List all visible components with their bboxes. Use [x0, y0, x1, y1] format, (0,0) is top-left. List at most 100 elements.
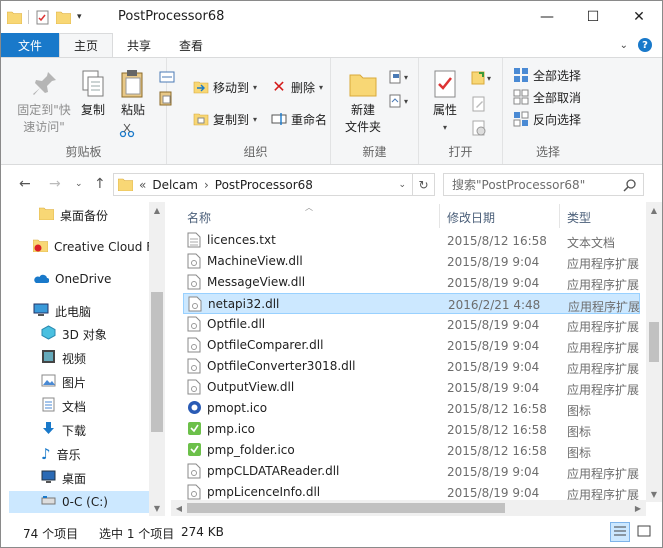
paste-button[interactable]: 粘贴	[115, 68, 151, 119]
search-box[interactable]: 搜索"PostProcessor68"	[443, 173, 644, 196]
address-dropdown-icon[interactable]: ⌄	[398, 180, 406, 190]
column-separator[interactable]	[439, 204, 440, 228]
address-overflow[interactable]: «	[139, 178, 146, 192]
nav-scroll-thumb[interactable]	[151, 292, 163, 432]
recent-locations-icon[interactable]: ⌄	[75, 179, 83, 189]
maximize-button[interactable]: ☐	[570, 1, 616, 33]
file-name: pmpCLDATAReader.dll	[207, 464, 340, 478]
scroll-down-icon[interactable]: ▼	[149, 500, 165, 516]
close-button[interactable]: ✕	[616, 1, 662, 33]
file-list-horizontal-scrollbar[interactable]: ◀ ▶	[171, 500, 646, 516]
table-row[interactable]: pmp.ico 2015/8/12 16:58 图标	[183, 419, 640, 440]
column-header-type[interactable]: 类型	[567, 207, 591, 227]
nav-item-desktop[interactable]: 桌面	[41, 467, 149, 489]
table-row[interactable]: netapi32.dll 2016/2/21 4:48 应用程序扩展	[183, 293, 640, 314]
select-all-button[interactable]: 全部选择	[513, 64, 581, 86]
pin-quick-access-button[interactable]: 固定到"快 速访问"	[13, 68, 75, 136]
new-folder-qat-icon[interactable]	[55, 11, 72, 24]
table-row[interactable]: Optfile.dll 2015/8/19 9:04 应用程序扩展	[183, 314, 640, 335]
column-header-date[interactable]: 修改日期	[447, 207, 495, 227]
tab-share[interactable]: 共享	[113, 33, 165, 57]
search-placeholder: 搜索"PostProcessor68"	[452, 178, 586, 192]
open-icon[interactable]: ▾	[471, 70, 497, 89]
file-list-vertical-scrollbar[interactable]: ▲ ▼	[646, 202, 662, 502]
nav-item-documents[interactable]: 文档	[41, 395, 149, 417]
nav-item-creative-cloud[interactable]: Creative Cloud Files	[33, 236, 149, 258]
new-item-icon[interactable]: ▾	[389, 70, 415, 87]
scroll-right-icon[interactable]: ▶	[630, 500, 646, 516]
scroll-left-icon[interactable]: ◀	[171, 500, 187, 516]
table-row[interactable]: pmpCLDATAReader.dll 2015/8/19 9:04 应用程序扩展	[183, 461, 640, 482]
nav-item-this-pc[interactable]: 此电脑	[33, 300, 149, 322]
nav-item-pictures[interactable]: 图片	[41, 371, 149, 393]
properties-dropdown-icon: ▾	[442, 123, 447, 132]
tab-home[interactable]: 主页	[59, 33, 114, 57]
rename-button[interactable]: 重命名	[271, 108, 327, 130]
easy-access-icon[interactable]: ▾	[389, 94, 415, 111]
properties-icon	[429, 68, 461, 100]
copy-path-icon[interactable]	[159, 70, 175, 84]
copy-button[interactable]: 复制	[75, 68, 111, 119]
sort-indicator-icon: ︿	[305, 203, 313, 212]
select-none-button[interactable]: 全部取消	[513, 86, 581, 108]
table-row[interactable]: OptfileConverter3018.dll 2015/8/19 9:04 应用…	[183, 356, 640, 377]
properties-qat-icon[interactable]	[35, 10, 50, 25]
table-row[interactable]: licences.txt 2015/8/12 16:58 文本文档	[183, 230, 640, 251]
refresh-button[interactable]: ↻	[413, 173, 435, 196]
qat-dropdown-icon[interactable]: ▾	[77, 12, 82, 22]
nav-pane-scrollbar[interactable]: ▲ ▼	[149, 202, 165, 516]
address-bar[interactable]: « Delcam › PostProcessor68 ⌄	[113, 173, 413, 196]
breadcrumb-separator[interactable]: ›	[204, 178, 209, 192]
nav-item-downloads[interactable]: 下载	[41, 419, 149, 441]
copy-to-button[interactable]: 复制到 ▾	[193, 108, 257, 130]
table-row[interactable]: pmopt.ico 2015/8/12 16:58 图标	[183, 398, 640, 419]
table-row[interactable]: MessageView.dll 2015/8/19 9:04 应用程序扩展	[183, 272, 640, 293]
nav-item-drive-c[interactable]: 0-C (C:)	[9, 491, 149, 513]
scroll-up-icon[interactable]: ▲	[149, 202, 165, 218]
horizontal-scroll-thumb[interactable]	[187, 503, 505, 513]
nav-item-onedrive[interactable]: OneDrive	[33, 268, 149, 290]
move-to-button[interactable]: 移动到 ▾	[193, 76, 257, 98]
pmp-ico-icon	[187, 442, 201, 458]
dll-file-icon	[187, 253, 201, 269]
history-icon[interactable]	[471, 120, 487, 139]
scroll-up-icon[interactable]: ▲	[646, 202, 662, 218]
help-icon[interactable]: ?	[638, 38, 652, 52]
edit-icon[interactable]	[471, 96, 487, 115]
file-list-scroll-thumb[interactable]	[649, 322, 659, 362]
file-date: 2015/8/12 16:58	[447, 444, 547, 458]
properties-button[interactable]: 属性 ▾	[427, 68, 463, 136]
minimize-button[interactable]: —	[524, 1, 570, 33]
ribbon-expand-icon[interactable]: ⌄	[620, 40, 628, 51]
breadcrumb-postprocessor68[interactable]: PostProcessor68	[215, 178, 313, 192]
paste-shortcut-icon[interactable]	[159, 90, 173, 106]
breadcrumb-delcam[interactable]: Delcam	[152, 178, 198, 192]
large-icons-view-button[interactable]	[634, 522, 654, 542]
quick-access-toolbar: ▾	[6, 8, 82, 26]
cut-icon[interactable]	[119, 122, 135, 138]
column-header-name[interactable]: 名称	[187, 207, 211, 227]
nav-item-desktop-backup[interactable]: 桌面备份	[39, 204, 149, 226]
tab-view[interactable]: 查看	[165, 33, 217, 57]
move-to-icon	[193, 79, 209, 95]
nav-item-videos[interactable]: 视频	[41, 347, 149, 369]
tab-file[interactable]: 文件	[1, 33, 59, 57]
forward-arrow-icon[interactable]: →	[49, 176, 61, 192]
file-date: 2015/8/19 9:04	[447, 465, 540, 479]
up-arrow-icon[interactable]: ↑	[94, 176, 106, 192]
invert-selection-button[interactable]: 反向选择	[513, 108, 581, 130]
details-view-button[interactable]	[610, 522, 630, 542]
table-row[interactable]: MachineView.dll 2015/8/19 9:04 应用程序扩展	[183, 251, 640, 272]
new-folder-button[interactable]: 新建 文件夹	[341, 68, 385, 136]
onedrive-icon	[33, 272, 50, 287]
table-row[interactable]: pmp_folder.ico 2015/8/12 16:58 图标	[183, 440, 640, 461]
column-separator[interactable]	[559, 204, 560, 228]
table-row[interactable]: OutputView.dll 2015/8/19 9:04 应用程序扩展	[183, 377, 640, 398]
back-arrow-icon[interactable]: ←	[19, 176, 31, 192]
scroll-down-icon[interactable]: ▼	[646, 486, 662, 502]
nav-item-music[interactable]: ♪ 音乐	[41, 443, 149, 465]
nav-item-3d-objects[interactable]: 3D 对象	[41, 323, 149, 345]
delete-button[interactable]: ✕ 删除 ▾	[271, 76, 323, 98]
table-row[interactable]: OptfileComparer.dll 2015/8/19 9:04 应用程序扩展	[183, 335, 640, 356]
move-to-dropdown-icon: ▾	[253, 82, 258, 92]
